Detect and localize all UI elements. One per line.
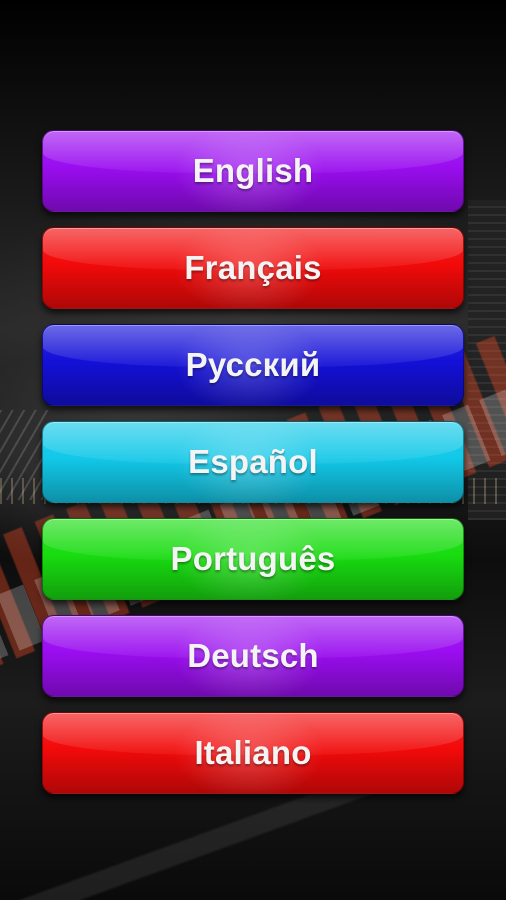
language-label: Italiano — [194, 734, 312, 771]
language-button-italian[interactable]: Italiano — [42, 712, 464, 794]
language-button-russian[interactable]: Русский — [42, 324, 464, 406]
language-button-spanish[interactable]: Español — [42, 421, 464, 503]
language-label: English — [192, 152, 314, 189]
language-button-portuguese[interactable]: Português — [42, 518, 464, 600]
language-button-german[interactable]: Deutsch — [42, 615, 464, 697]
highway-overpass — [0, 780, 506, 900]
language-menu: English Français Русский Español Portugu… — [42, 130, 464, 794]
language-label: Português — [170, 540, 336, 577]
language-button-french[interactable]: Français — [42, 227, 464, 309]
language-label: Deutsch — [187, 637, 319, 674]
language-label: Français — [184, 249, 322, 286]
language-label: Русский — [185, 346, 321, 383]
language-label: Español — [188, 443, 318, 480]
language-button-english[interactable]: English — [42, 130, 464, 212]
